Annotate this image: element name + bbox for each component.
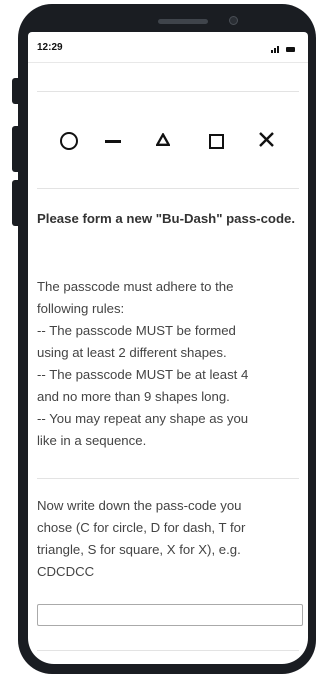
circle-icon — [60, 132, 78, 150]
rules-line: like in a sequence. — [37, 433, 147, 448]
stage: 12:29 Please form a new "Bu-Dash" pass-c… — [0, 0, 319, 680]
front-camera-icon — [229, 16, 238, 25]
prompt-text: Now write down the pass-code you chose (… — [37, 495, 299, 583]
status-time: 12:29 — [37, 42, 63, 53]
rules-text: The passcode must adhere to the followin… — [37, 276, 299, 452]
x-icon — [259, 132, 274, 147]
status-bar: 12:29 — [28, 32, 308, 63]
speaker-grille — [158, 19, 208, 24]
rules-line: The passcode must adhere to the — [37, 279, 234, 294]
phone-screen: 12:29 Please form a new "Bu-Dash" pass-c… — [28, 32, 308, 664]
prompt-line: chose (C for circle, D for dash, T for — [37, 520, 246, 535]
rules-line: using at least 2 different shapes. — [37, 345, 227, 360]
triangle-icon — [156, 133, 170, 146]
divider — [37, 91, 299, 92]
dash-icon — [105, 140, 121, 143]
rules-line: -- The passcode MUST be formed — [37, 323, 236, 338]
prompt-line: triangle, S for square, X for X), e.g. — [37, 542, 241, 557]
rules-line: -- The passcode MUST be at least 4 — [37, 367, 249, 382]
battery-icon — [286, 47, 295, 52]
prompt-line: Now write down the pass-code you — [37, 498, 242, 513]
divider — [37, 650, 299, 651]
rules-line: following rules: — [37, 301, 125, 316]
instruction-title: Please form a new "Bu-Dash" pass-code. — [37, 211, 296, 226]
signal-icon — [271, 45, 283, 53]
prompt-line: CDCDCC — [37, 564, 95, 579]
rules-line: -- You may repeat any shape as you — [37, 411, 249, 426]
square-icon — [209, 134, 224, 149]
rules-line: and no more than 9 shapes long. — [37, 389, 230, 404]
passcode-input[interactable] — [37, 604, 303, 626]
divider — [37, 188, 299, 189]
divider — [37, 478, 299, 479]
